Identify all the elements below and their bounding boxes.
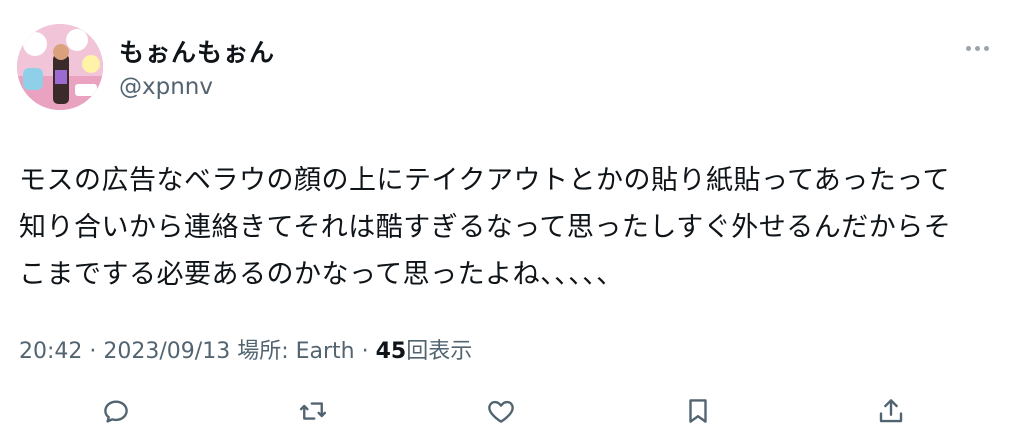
display-name[interactable]: もぉんもぉん bbox=[119, 33, 275, 69]
user-handle[interactable]: @xpnnv bbox=[119, 74, 213, 100]
like-button[interactable] bbox=[483, 393, 519, 429]
reply-button[interactable] bbox=[98, 393, 134, 429]
views-label: 回表示 bbox=[406, 339, 473, 364]
share-button[interactable] bbox=[873, 393, 909, 429]
tweet-text-line: モスの広告なベラウの顔の上にテイクアウトとかの貼り紙貼ってあったって bbox=[19, 165, 950, 196]
more-horizontal-icon bbox=[965, 45, 971, 51]
retweet-button[interactable] bbox=[295, 393, 331, 429]
more-options-button[interactable] bbox=[960, 36, 994, 60]
retweet-icon bbox=[299, 402, 327, 420]
avatar-image bbox=[17, 24, 103, 110]
reply-icon bbox=[104, 400, 128, 423]
tweet-location: 場所: Earth bbox=[237, 339, 355, 364]
tweet-text: モスの広告なベラウの顔の上にテイクアウトとかの貼り紙貼ってあったって 知り合いか… bbox=[19, 157, 1009, 298]
tweet-time[interactable]: 20:42 bbox=[19, 339, 82, 364]
views-count[interactable]: 45 bbox=[376, 339, 407, 364]
share-icon bbox=[879, 399, 903, 423]
tweet-text-line: こまでする必要あるのかなって思ったよね、、、、、 bbox=[19, 259, 624, 290]
tweet-text-line: 知り合いから連絡きてそれは酷すぎるなって思ったしすぐ外せるんだからそ bbox=[19, 212, 952, 243]
tweet-meta: 20:42 · 2023/09/13 場所: Earth · 45回表示 bbox=[19, 333, 472, 365]
meta-separator: · bbox=[89, 339, 104, 364]
meta-separator: · bbox=[361, 339, 376, 364]
bookmark-button[interactable] bbox=[680, 393, 716, 429]
avatar[interactable] bbox=[17, 24, 103, 110]
tweet-date[interactable]: 2023/09/13 bbox=[103, 339, 230, 364]
tweet-actions-bar bbox=[0, 393, 1024, 429]
heart-icon bbox=[488, 400, 514, 423]
bookmark-icon bbox=[689, 399, 707, 423]
